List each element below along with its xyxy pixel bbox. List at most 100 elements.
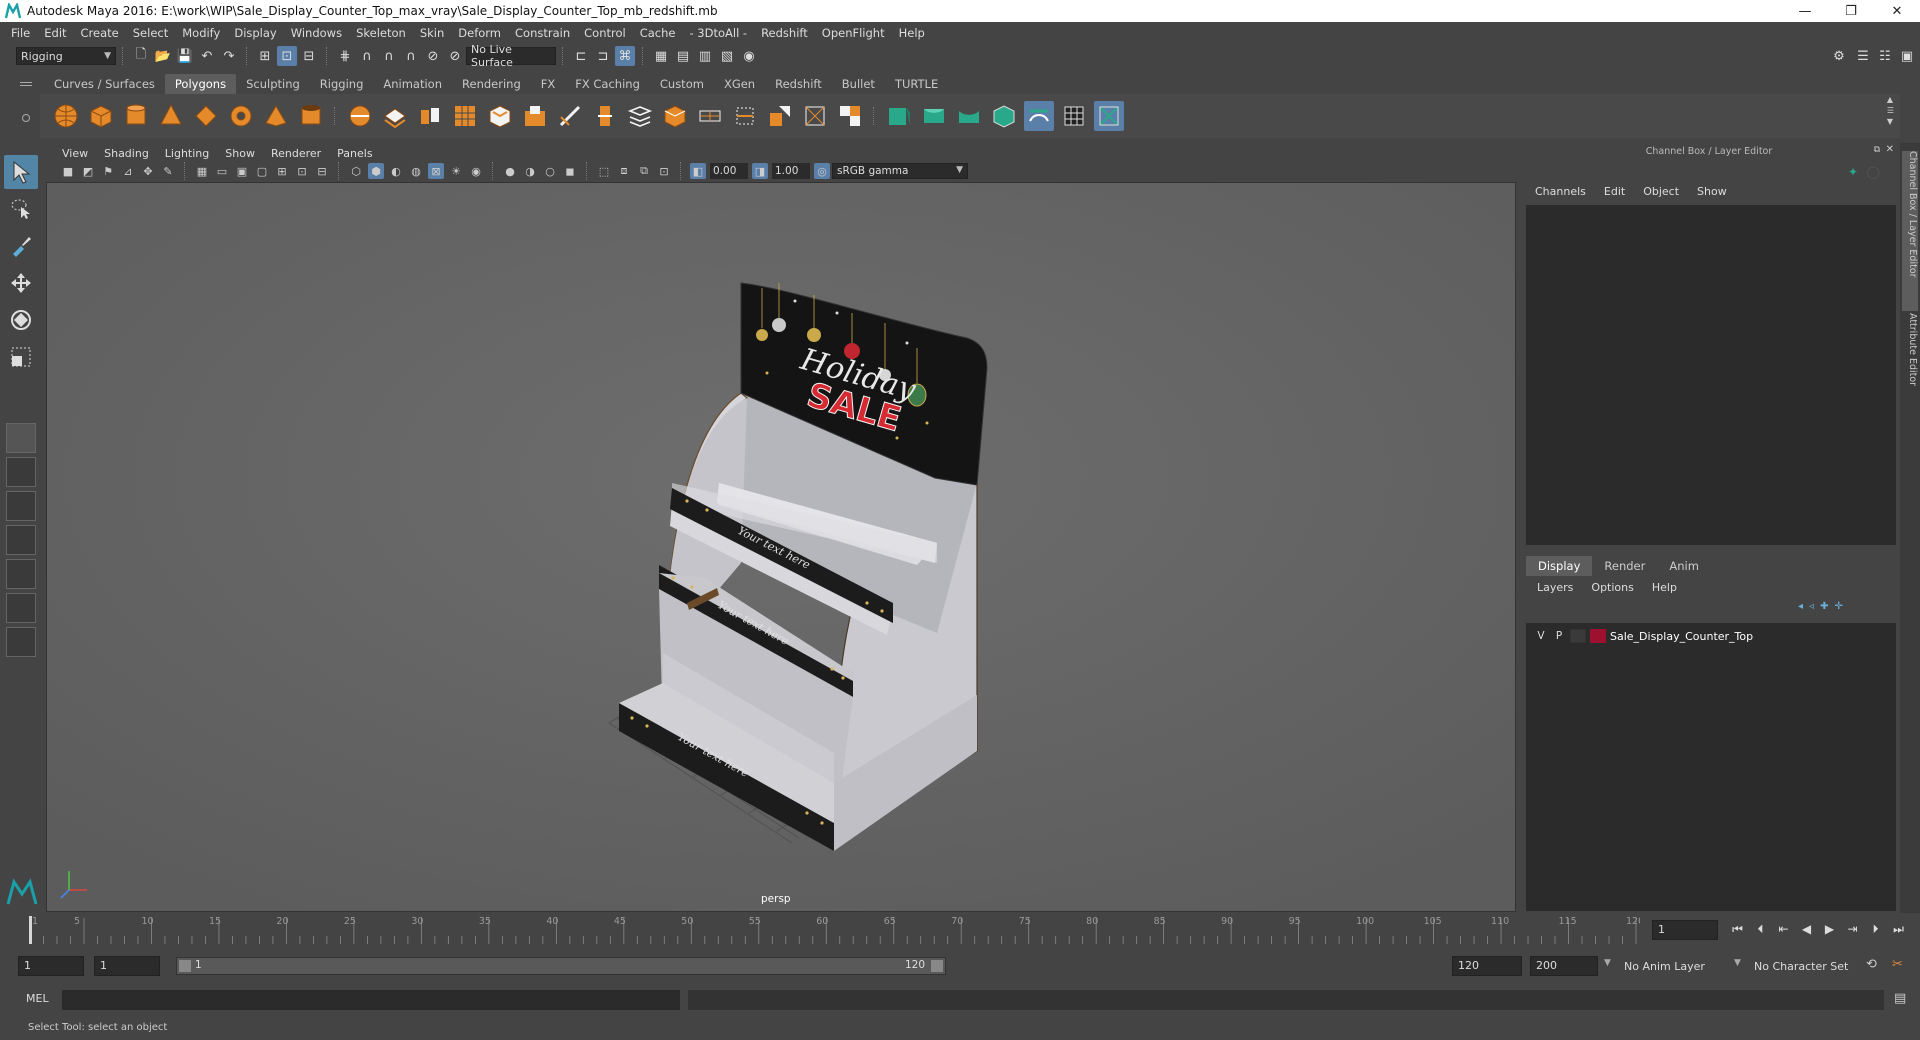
- shelf-menu-icon[interactable]: ☰: [1887, 105, 1894, 116]
- shadows-icon[interactable]: ☀: [448, 163, 464, 179]
- collapse-icon[interactable]: [835, 101, 865, 131]
- extract-icon[interactable]: [415, 101, 445, 131]
- textured-icon[interactable]: ◍: [408, 163, 424, 179]
- menu-skeleton[interactable]: Skeleton: [349, 26, 413, 40]
- panel-menu-shading[interactable]: Shading: [96, 147, 157, 160]
- menu-openflight[interactable]: OpenFlight: [815, 26, 892, 40]
- command-language-label[interactable]: MEL: [26, 992, 49, 1005]
- render-settings-icon[interactable]: ▧: [717, 46, 737, 66]
- layout-two-panes-icon[interactable]: [6, 491, 36, 521]
- bookmark-icon[interactable]: ⚑: [100, 163, 116, 179]
- camera-select-icon[interactable]: ■: [60, 163, 76, 179]
- open-scene-icon[interactable]: 📂: [153, 46, 173, 66]
- playback-start-field[interactable]: 1: [94, 956, 160, 976]
- menu-select[interactable]: Select: [126, 26, 175, 40]
- perspective-viewport[interactable]: Holiday SALE Your text here Your text he…: [46, 182, 1516, 912]
- panel-menu-show[interactable]: Show: [217, 147, 263, 160]
- shelf-tab-bullet[interactable]: Bullet: [832, 74, 885, 94]
- anim-layer-dropdown[interactable]: No Anim Layer: [1620, 956, 1732, 976]
- layer-color-swatch[interactable]: [1590, 629, 1606, 643]
- layout-graph-persp-icon[interactable]: [6, 559, 36, 589]
- channel-box-body[interactable]: [1526, 205, 1896, 545]
- poly-plane-icon[interactable]: [191, 101, 221, 131]
- range-end-handle[interactable]: [931, 960, 943, 972]
- lasso-tool-icon[interactable]: [4, 192, 38, 226]
- safe-action-icon[interactable]: ⊡: [294, 163, 310, 179]
- menu-display[interactable]: Display: [227, 26, 283, 40]
- shelf-tab-animation[interactable]: Animation: [373, 74, 452, 94]
- menu-redshift[interactable]: Redshift: [754, 26, 815, 40]
- ambient-occlusion-icon[interactable]: ◉: [468, 163, 484, 179]
- menu-create[interactable]: Create: [74, 26, 126, 40]
- playback-end-field[interactable]: 120: [1452, 956, 1522, 976]
- move-layer-up-icon[interactable]: ◂: [1798, 601, 1803, 612]
- new-layer-icon[interactable]: ✚: [1820, 601, 1828, 612]
- go-to-start-icon[interactable]: ⏮: [1726, 920, 1749, 938]
- panel-menu-view[interactable]: View: [54, 147, 96, 160]
- script-editor-icon[interactable]: ▤: [1894, 991, 1906, 1006]
- shelf-tab-rigging[interactable]: Rigging: [310, 74, 374, 94]
- menu-constrain[interactable]: Constrain: [508, 26, 577, 40]
- input-ops-icon[interactable]: ⊏: [571, 46, 591, 66]
- channel-box-sync-icon[interactable]: ◯: [1867, 165, 1880, 179]
- snap-view-icon[interactable]: ∩: [401, 46, 421, 66]
- maya-home-icon[interactable]: [6, 878, 38, 906]
- render-frame-icon[interactable]: ▤: [673, 46, 693, 66]
- shelf-tab-fx[interactable]: FX: [531, 74, 566, 94]
- poly-pipe-icon[interactable]: [296, 101, 326, 131]
- live-surface-field[interactable]: No Live Surface: [466, 43, 556, 69]
- multi-cut-icon[interactable]: [555, 101, 585, 131]
- menu-set-dropdown[interactable]: Rigging ▼: [16, 47, 116, 65]
- uv-editor-icon[interactable]: [1023, 101, 1054, 131]
- shelf-scroll-down-icon[interactable]: ▼: [1887, 116, 1894, 127]
- rotate-tool-icon[interactable]: [4, 303, 38, 337]
- output-ops-icon[interactable]: ⊐: [593, 46, 613, 66]
- time-slider[interactable]: 1 5 10 15 20 25 30 35 40 45 50 55 60 65 70 75 80 85 90 95 10…: [26, 914, 1640, 944]
- merge-icon[interactable]: [765, 101, 795, 131]
- step-forward-key-icon[interactable]: ⇥: [1841, 920, 1864, 938]
- poly-pyramid-icon[interactable]: [261, 101, 291, 131]
- menu-skin[interactable]: Skin: [413, 26, 451, 40]
- paint-select-tool-icon[interactable]: [4, 229, 38, 263]
- exposure-icon[interactable]: ◧: [690, 163, 706, 179]
- float-panel-icon[interactable]: ⧉: [1874, 145, 1880, 155]
- play-forwards-icon[interactable]: ▶: [1818, 920, 1841, 938]
- current-frame-field[interactable]: 1: [1652, 920, 1718, 940]
- select-component-icon[interactable]: ⊟: [299, 46, 319, 66]
- motion-blur-icon[interactable]: ●: [502, 163, 518, 179]
- uv-cylindrical-icon[interactable]: [919, 101, 949, 131]
- color-management-icon[interactable]: ◎: [814, 163, 830, 179]
- move-layer-down-icon[interactable]: ◃: [1809, 601, 1814, 612]
- side-tab-channel-box[interactable]: Channel Box / Layer Editor: [1902, 151, 1918, 311]
- isolate-select-icon[interactable]: ◼: [562, 163, 578, 179]
- layout-outliner-icon[interactable]: [6, 627, 36, 657]
- wireframe-icon[interactable]: ⬡: [348, 163, 364, 179]
- grease-pencil-icon[interactable]: ✎: [160, 163, 176, 179]
- menu-control[interactable]: Control: [577, 26, 633, 40]
- menu-help[interactable]: Help: [892, 26, 932, 40]
- hypershade-icon[interactable]: ◉: [739, 46, 759, 66]
- uv-planar-icon[interactable]: [884, 101, 914, 131]
- play-backwards-icon[interactable]: ◀: [1795, 920, 1818, 938]
- layout-outliner-persp-icon[interactable]: [6, 525, 36, 555]
- target-weld-icon[interactable]: [800, 101, 830, 131]
- layer-row[interactable]: V P Sale_Display_Counter_Top: [1532, 628, 1753, 644]
- menu-windows[interactable]: Windows: [284, 26, 349, 40]
- layer-display-type[interactable]: [1570, 629, 1586, 643]
- xray-active-icon[interactable]: ⧉: [636, 163, 652, 179]
- select-object-icon[interactable]: ⊡: [277, 46, 297, 66]
- menu-cache[interactable]: Cache: [633, 26, 683, 40]
- new-scene-icon[interactable]: 🗋: [131, 46, 151, 66]
- wireframe-on-shaded-icon[interactable]: ◐: [388, 163, 404, 179]
- minimize-button[interactable]: —: [1782, 0, 1828, 22]
- range-start-handle[interactable]: [179, 960, 191, 972]
- layer-visibility-toggle[interactable]: V: [1532, 630, 1550, 642]
- redo-icon[interactable]: ↷: [219, 46, 239, 66]
- shelf-tab-fx-caching[interactable]: FX Caching: [565, 74, 650, 94]
- current-time-marker[interactable]: [29, 916, 32, 944]
- auto-key-icon[interactable]: ⟲: [1866, 957, 1877, 972]
- grid-icon[interactable]: ▦: [194, 163, 210, 179]
- range-slider[interactable]: 1 120: [176, 957, 946, 975]
- close-panel-icon[interactable]: ✕: [1886, 144, 1894, 155]
- channel-box-menu-object[interactable]: Object: [1634, 185, 1688, 198]
